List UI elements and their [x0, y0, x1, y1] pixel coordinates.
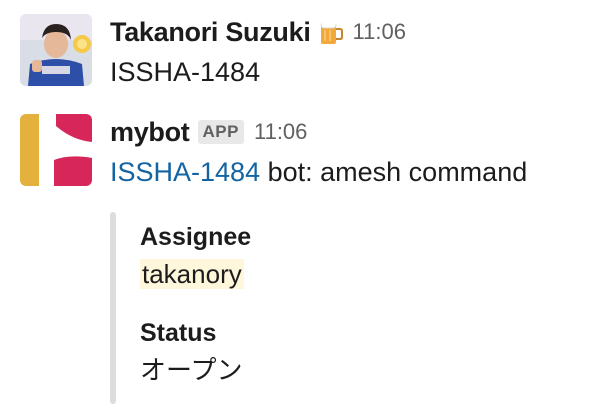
issue-link[interactable]: ISSHA-1484	[110, 157, 260, 187]
message-mybot: mybot APP 11:06 ISSHA-1484 bot: amesh co…	[0, 100, 604, 414]
field-title: Status	[140, 319, 217, 347]
message-text-rest: bot: amesh command	[260, 157, 528, 187]
message-time[interactable]: 11:06	[353, 19, 406, 45]
assignee-mention[interactable]: takanory	[140, 259, 244, 289]
app-badge: APP	[197, 120, 244, 144]
attachment-field-assignee: Assignee takanory	[140, 220, 251, 294]
message-content: mybot APP 11:06 ISSHA-1484 bot: amesh co…	[110, 112, 594, 192]
avatar-mybot[interactable]	[20, 114, 92, 186]
message-time[interactable]: 11:06	[254, 119, 307, 145]
bot-logo-icon	[20, 114, 92, 186]
field-title: Assignee	[140, 223, 252, 251]
message-header: mybot APP 11:06	[110, 112, 594, 152]
field-value: オープン	[140, 355, 243, 385]
sender-name[interactable]: Takanori Suzuki	[110, 17, 311, 48]
beer-mug-icon[interactable]	[319, 18, 343, 46]
message-attachment: Assignee takanory Status オープン	[110, 212, 570, 406]
avatar-photo-icon	[20, 14, 92, 86]
message-text: ISSHA-1484	[110, 57, 261, 87]
attachment-field-status: Status オープン	[140, 316, 242, 390]
message-text: ISSHA-1484 bot: amesh command	[110, 152, 594, 192]
attachment-color-bar	[110, 212, 116, 404]
sender-name[interactable]: mybot	[110, 117, 190, 148]
field-value: takanory	[140, 254, 251, 294]
message-takanori: Takanori Suzuki 11:06 ISSHA-1484	[0, 0, 604, 100]
message-header: Takanori Suzuki 11:06	[110, 12, 594, 52]
message-content: Takanori Suzuki 11:06 ISSHA-1484	[110, 12, 594, 92]
avatar-takanori[interactable]	[20, 14, 92, 86]
